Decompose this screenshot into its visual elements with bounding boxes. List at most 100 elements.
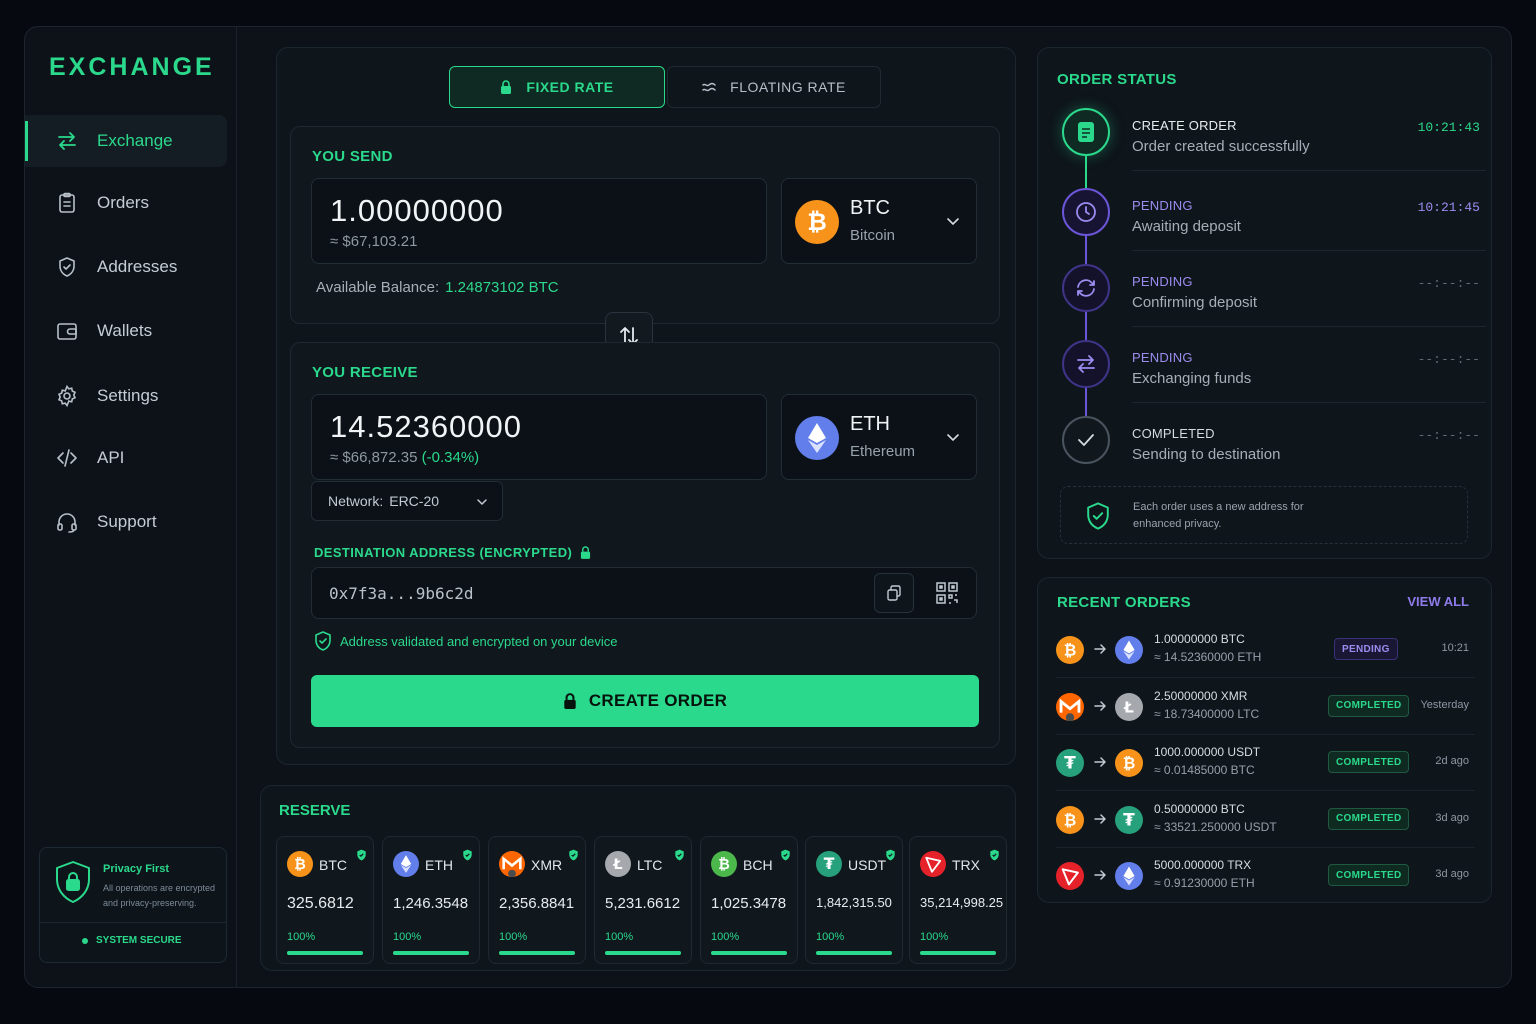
send-amount: 1.00000000 [330,193,504,228]
reserve-symbol: ETH [425,857,453,873]
reserve-card-eth[interactable]: ETH 1,246.3548 100% [382,836,480,964]
step-time: --:--:-- [1417,428,1480,443]
send-label: YOU SEND [312,148,393,165]
arrow-right-icon [1094,870,1106,880]
qr-code-icon [936,582,958,604]
reserve-value: 35,214,998.25 [920,895,1004,910]
receive-card: YOU RECEIVE 14.52360000 ≈ $66,872.35 (-0… [290,342,1000,748]
reserve-card-ltc[interactable]: Ł LTC 5,231.6612 100% [594,836,692,964]
step-title: PENDING [1132,198,1193,213]
order-row[interactable]: Ł 2.50000000 XMR ≈ 18.73400000 LTC COMPL… [1038,679,1493,735]
reserve-card-xmr[interactable]: XMR 2,356.8841 100% [488,836,586,964]
network-select[interactable]: Network: ERC-20 [311,481,503,521]
reserve-card-usdt[interactable]: ₮ USDT 1,842,315.50 100% [805,836,903,964]
view-all-link[interactable]: VIEW ALL [1407,594,1469,609]
lock-icon [581,546,591,559]
arrow-right-icon [1094,644,1106,654]
reserve-symbol: BCH [743,857,773,873]
chevron-down-icon [947,218,959,226]
send-amount-field[interactable]: 1.00000000 ≈ $67,103.21 [311,178,767,264]
reserve-card-bch[interactable]: ₿ BCH 1,025.3478 100% [700,836,798,964]
reserve-progress-bar [816,951,892,955]
svg-text:₿: ₿ [1064,641,1077,659]
reserve-progress-fill [287,951,363,955]
status-node [1062,264,1110,312]
order-amount: 1.00000000 BTC [1154,632,1245,646]
reserve-card-trx[interactable]: TRX 35,214,998.25 100% [909,836,1007,964]
copy-icon [887,585,901,601]
order-approx: ≈ 14.52360000 ETH [1154,650,1262,664]
receive-amount-field[interactable]: 14.52360000 ≈ $66,872.35 (-0.34%) [311,394,767,480]
step-time: --:--:-- [1417,352,1480,367]
verified-shield-icon [569,849,578,861]
reserve-progress-bar [920,951,996,955]
sidebar-item-wallets[interactable]: Wallets [25,305,227,357]
order-time: 2d ago [1435,755,1469,767]
status-step-create: CREATE ORDER Order created successfully … [1062,108,1486,184]
rate-change: (-0.34%) [421,449,480,466]
send-usd: ≈ $67,103.21 [330,233,418,250]
shield-check-icon [315,631,331,651]
sidebar-item-orders[interactable]: Orders [25,177,227,229]
reserve-symbol: XMR [531,857,563,873]
exchange-icon [58,132,76,150]
reserve-symbol: BTC [319,857,347,873]
sidebar-item-support[interactable]: Support [25,496,227,548]
lock-icon [501,80,512,94]
gear-icon [57,384,77,408]
order-approx: ≈ 0.01485000 BTC [1154,763,1255,777]
bitcoin-icon: ₿ [1115,749,1143,777]
order-time: 10:21 [1441,642,1469,654]
copy-button[interactable] [874,573,914,613]
destination-address-field [311,567,977,619]
reserve-progress-bar [287,951,363,955]
sidebar-item-api[interactable]: API [25,432,227,484]
destination-label: DESTINATION ADDRESS (ENCRYPTED) [314,545,591,560]
ethereum-icon [1115,636,1143,664]
tron-icon [1056,862,1084,890]
monero-icon [499,851,525,877]
sidebar-item-addresses[interactable]: Addresses [25,241,227,293]
order-row[interactable]: ₮ ₿ 1000.000000 USDT ≈ 0.01485000 BTC CO… [1038,735,1493,791]
reserve-percent: 100% [499,931,528,943]
step-description: Awaiting deposit [1132,218,1241,235]
send-coin-select[interactable]: ₿ BTC Bitcoin [781,178,977,264]
verified-shield-icon [781,849,790,861]
receive-coin-select[interactable]: ETH Ethereum [781,394,977,480]
chevron-down-icon [477,499,487,506]
arrow-right-icon [1094,700,1106,711]
status-node [1062,416,1110,464]
status-badge: COMPLETED [1328,751,1410,773]
chevron-down-icon [947,434,959,442]
step-time: 10:21:43 [1417,120,1480,135]
order-row[interactable]: ₿ 1.00000000 BTC ≈ 14.52360000 ETH PENDI… [1038,622,1493,678]
order-approx: ≈ 0.91230000 ETH [1154,876,1255,890]
order-time: 3d ago [1435,811,1469,824]
order-status-panel: ORDER STATUS CREATE ORDER Order created … [1037,47,1492,559]
checkmark-icon [1078,434,1094,446]
reserve-percent: 100% [711,931,740,943]
receive-label: YOU RECEIVE [312,364,418,381]
clock-icon [1076,202,1096,222]
reserve-percent: 100% [816,931,845,943]
reserve-card-btc[interactable]: ₿ BTC 325.6812 100% [276,836,374,964]
status-step-confirming-deposit: PENDING Confirming deposit --:--:-- [1062,264,1486,340]
reserve-value: 2,356.8841 [499,895,575,912]
ethereum-icon [795,416,839,460]
svg-text:Ł: Ł [612,857,622,873]
order-row[interactable]: 5000.000000 TRX ≈ 0.91230000 ETH COMPLET… [1038,848,1493,904]
step-description: Confirming deposit [1132,294,1258,311]
system-status: SYSTEM SECURE [82,935,182,946]
order-row[interactable]: ₿ ₮ 0.50000000 BTC ≈ 33521.250000 USDT C… [1038,792,1493,848]
create-order-button[interactable]: CREATE ORDER [311,675,979,727]
status-step-completed: COMPLETED Sending to destination --:--:-… [1062,416,1480,492]
sidebar-item-exchange[interactable]: Exchange [25,115,227,167]
qr-code-button[interactable] [927,573,967,613]
destination-address-input[interactable] [312,568,872,618]
tab-fixed-rate[interactable]: FIXED RATE [449,66,665,108]
sidebar-item-settings[interactable]: Settings [25,370,227,422]
tab-floating-rate[interactable]: FLOATING RATE [667,66,881,108]
sidebar-item-label: Addresses [97,257,178,276]
verified-shield-icon [886,849,895,861]
sidebar-item-label: API [97,448,125,467]
